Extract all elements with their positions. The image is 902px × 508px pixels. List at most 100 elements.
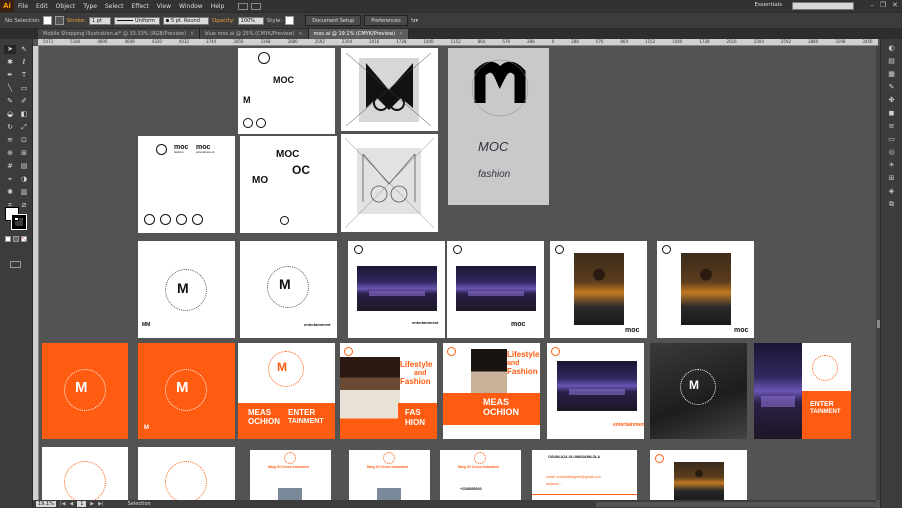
current-tool-status[interactable]: Selection [128,501,151,507]
mesh-tool-icon[interactable]: # [4,162,16,171]
shape-builder-icon[interactable]: ⊕ [4,149,16,158]
horizontal-ruler[interactable]: 5472 5184 4896 4608 4320 4032 3744 3456 3168 2880… [38,39,878,46]
first-artboard-icon[interactable]: |◀ [60,501,66,507]
appearance-icon[interactable]: ☀ [887,161,896,169]
artboard-orange-split[interactable]: M MEAS OCHION ENTER TAINMENT [238,343,335,439]
lasso-icon[interactable]: ℓ [18,58,30,67]
type-tool-icon[interactable]: T [18,71,30,80]
width-tool-icon[interactable]: ≋ [4,136,16,145]
arrange-documents-icon[interactable] [251,2,262,10]
close-tab-icon[interactable]: × [298,31,302,37]
artboard-id-card-2[interactable]: Mwg Of Cross Industries [349,450,430,500]
perspective-grid-icon[interactable]: ⊞ [18,149,30,158]
screen-mode-icon[interactable] [10,261,21,268]
align-icon[interactable]: ⊞ [887,174,896,182]
artboard-logo-drafts[interactable]: MOC M [238,48,335,134]
free-transform-icon[interactable]: ⊡ [18,136,30,145]
zoom-level-field[interactable]: 19.1% [36,501,56,507]
bridge-icon[interactable] [238,2,249,10]
line-tool-icon[interactable]: ╲ [4,84,16,93]
close-tab-icon[interactable]: × [190,31,194,37]
preferences-button[interactable]: Preferences [364,15,408,26]
document-setup-button[interactable]: Document Setup [305,15,362,26]
artboard-moc-marks[interactable]: MOC OC MO [240,136,337,233]
opacity-field[interactable]: 100% [237,16,264,25]
canvas[interactable]: MOC M MOC fashion moc fashion moc entert… [39,46,876,500]
menu-file[interactable]: File [14,3,32,10]
brush-definition[interactable]: 5 pt. Round [162,16,209,25]
eraser-icon[interactable]: ◧ [18,110,30,119]
menu-select[interactable]: Select [101,3,128,10]
artboard-orange-badge-1[interactable]: M [42,343,128,439]
pen-tool-icon[interactable]: ✒ [4,71,16,80]
graphic-styles-icon[interactable]: ◼ [887,109,896,117]
previous-artboard-icon[interactable]: ◀ [69,501,73,507]
menu-type[interactable]: Type [79,3,101,10]
color-mode-icon[interactable] [5,236,11,242]
artboard-man-2[interactable]: moc [657,241,754,338]
rotate-icon[interactable]: ↻ [4,123,16,132]
selection-tool-icon[interactable]: ➤ [4,45,16,54]
artboard-man-3[interactable] [650,450,747,500]
tab-mobile-shopping[interactable]: Mobile Shopping Illustration.ai* @ 33.33… [38,29,201,39]
minimize-icon[interactable]: – [870,1,874,9]
tab-blue-moc[interactable]: blue moc.ai @ 25% (CMYK/Preview) × [200,29,309,39]
magic-wand-icon[interactable]: ✱ [4,58,16,67]
symbols-icon[interactable]: ✤ [887,96,896,104]
artboard-badge-bottom-2[interactable] [138,447,235,500]
close-tab-icon[interactable]: × [399,31,403,37]
artboards-panel-icon[interactable]: ⧉ [887,200,896,208]
menu-help[interactable]: Help [207,3,229,10]
artboard-studio-orange[interactable]: ENTER TAINMENT [754,343,851,439]
transparency-icon[interactable]: ◎ [887,148,896,156]
slice-tool-icon[interactable]: ⧄ [18,201,30,210]
graphic-style-swatch[interactable] [285,16,295,25]
stroke-label[interactable]: Stroke: [67,18,86,24]
artboard-round-badge[interactable]: M MM [138,241,235,338]
arrange-icon[interactable]: ⇆▾ [411,18,418,24]
color-guide-icon[interactable]: ▤ [887,57,896,65]
artboard-m-logo-construction[interactable] [341,48,438,131]
artboard-logo-variations[interactable]: moc fashion moc entertainment [138,136,235,233]
none-mode-icon[interactable] [21,236,27,242]
variable-width-profile[interactable]: Uniform [113,16,160,25]
brushes-icon[interactable]: ✎ [887,83,896,91]
artboard-studio-1[interactable]: entertainment [348,241,445,338]
help-search-input[interactable] [792,2,854,10]
close-icon[interactable]: ✕ [892,1,898,9]
stroke-panel-icon[interactable]: ≡ [887,122,896,130]
artboard-business-card[interactable]: OGUNLAJA OLUWADAMILOLA email: mocthedesi… [532,450,637,500]
menu-edit[interactable]: Edit [32,3,52,10]
gradient-mode-icon[interactable] [13,236,19,242]
artboard-orange-badge-2[interactable]: M M [138,343,235,439]
horizontal-scrollbar[interactable] [596,501,876,507]
paintbrush-icon[interactable]: ✎ [4,97,16,106]
stroke-swatch[interactable] [54,16,64,25]
gradient-tool-icon[interactable]: ▤ [18,162,30,171]
menu-effect[interactable]: Effect [128,3,153,10]
stroke-color-box[interactable] [11,214,27,230]
artboard-studio-2[interactable]: moc [447,241,544,338]
next-artboard-icon[interactable]: ▶ [90,501,94,507]
menu-view[interactable]: View [153,3,175,10]
rectangle-tool-icon[interactable]: ▭ [18,84,30,93]
graph-tool-icon[interactable]: ▥ [18,188,30,197]
color-panel-icon[interactable]: ◐ [887,44,896,52]
opacity-label[interactable]: Opacity: [212,18,235,24]
artboard-studio-3[interactable]: entertainment [547,343,644,439]
restore-icon[interactable]: ❐ [880,1,886,9]
scale-icon[interactable]: ⤢ [18,123,30,132]
gradient-panel-icon[interactable]: ▭ [887,135,896,143]
artboard-id-card-3[interactable]: Mwg Of Cross Industries +2348080000 [440,450,521,500]
artboard-dark-photo[interactable]: M [650,343,747,439]
artboard-lifestyle-1[interactable]: Lifestyle and Fashion FAS HION [340,343,437,439]
menu-object[interactable]: Object [52,3,80,10]
layers-icon[interactable]: ◈ [887,187,896,195]
last-artboard-icon[interactable]: ▶| [98,501,104,507]
workspace-switcher[interactable]: Essentials [754,2,782,8]
blend-tool-icon[interactable]: ◑ [18,175,30,184]
artboard-id-card-1[interactable]: Mwg Of Cross Industries [250,450,331,500]
artboard-lifestyle-2[interactable]: Lifestyle and Fashion MEAS OCHION [443,343,540,439]
pencil-icon[interactable]: ✐ [18,97,30,106]
blob-brush-icon[interactable]: ◒ [4,110,16,119]
